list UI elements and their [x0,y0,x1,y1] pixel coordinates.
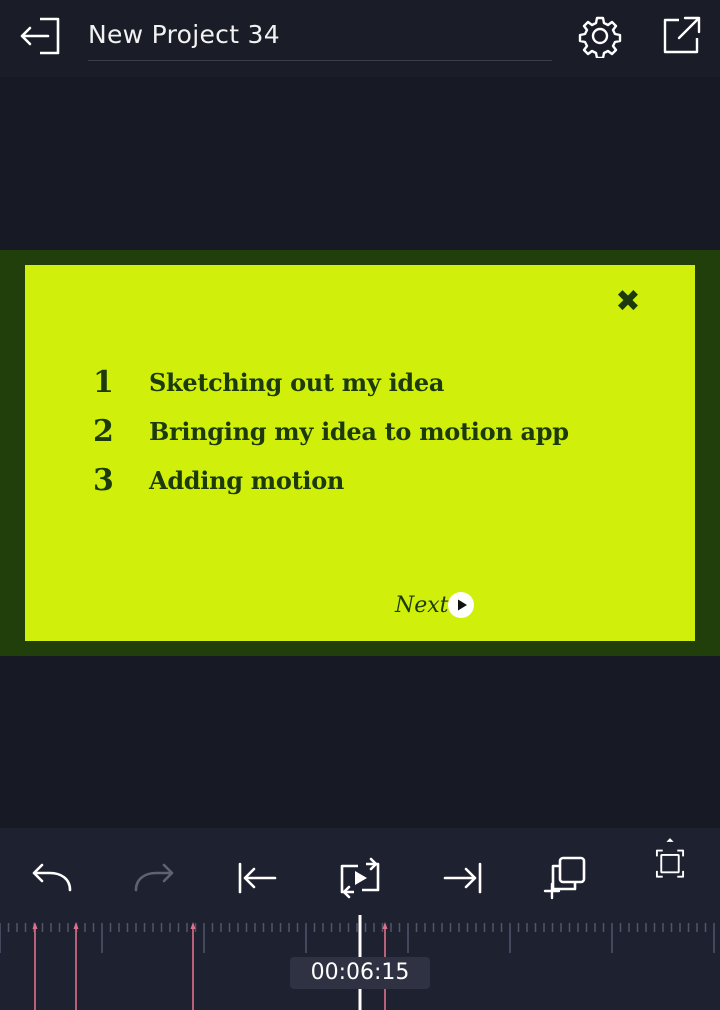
play-loop-button[interactable] [336,854,384,902]
jump-to-start-button[interactable] [233,854,281,902]
play-circle-icon [448,592,474,618]
project-title: New Project 34 [88,20,280,49]
next-label: Next [395,593,449,618]
timeline-ruler[interactable]: 00:06:15 [0,915,720,1010]
settings-button[interactable] [578,14,622,60]
step-text: Sketching out my idea [149,368,445,397]
step-number: 2 [93,414,114,449]
redo-icon [134,863,174,892]
step-text: Bringing my idea to motion app [149,417,569,446]
jump-to-end-button[interactable] [439,854,487,902]
add-copy-icon [543,856,586,900]
share-out-icon [663,16,701,54]
gear-icon [578,16,622,60]
exit-button[interactable] [18,16,62,56]
add-copy-button[interactable] [542,854,590,902]
undo-icon [32,863,72,892]
export-button[interactable] [659,14,703,58]
timecode-display: 00:06:15 [290,957,430,989]
fit-screen-button[interactable] [646,836,694,902]
canvas-preview[interactable]: ✖ 1 Sketching out my idea 2 Bringing my … [0,250,720,656]
play-loop-icon [340,857,380,899]
step-number: 1 [93,365,114,400]
jump-to-start-icon [238,862,277,894]
slide-card[interactable]: ✖ 1 Sketching out my idea 2 Bringing my … [25,265,695,641]
exit-icon [20,17,60,55]
project-title-field[interactable]: New Project 34 [88,14,552,61]
redo-button[interactable] [130,854,178,902]
jump-to-end-icon [443,862,482,894]
undo-button[interactable] [28,854,76,902]
step-text: Adding motion [149,466,345,495]
keyframe-marker-head [73,922,79,929]
step-number: 3 [93,463,114,498]
fit-screen-icon [655,838,685,878]
top-bar: New Project 34 [0,0,720,77]
close-icon[interactable]: ✖ [613,287,643,317]
